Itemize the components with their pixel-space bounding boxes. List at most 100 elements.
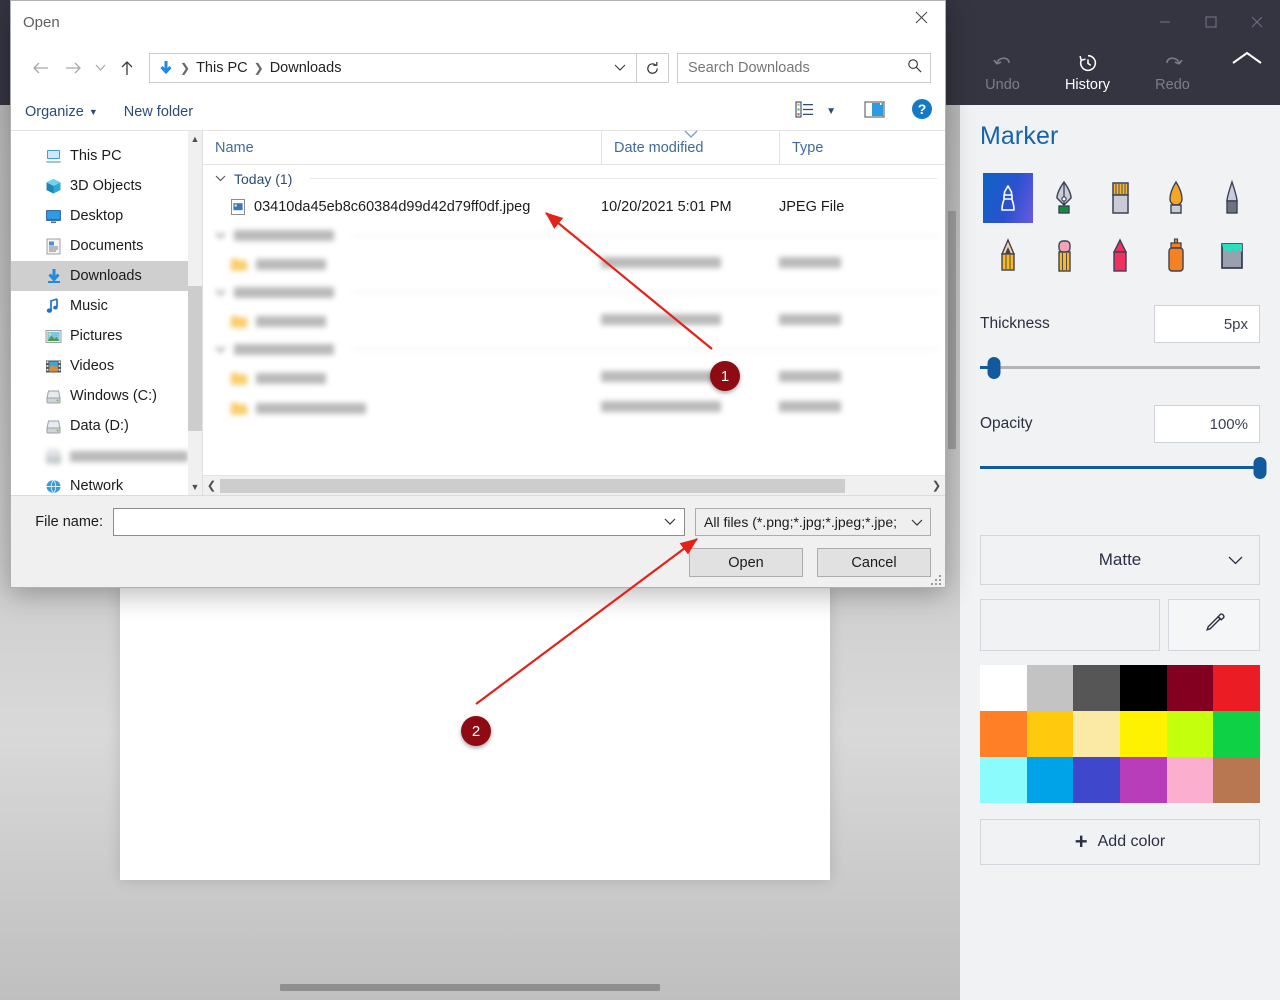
color-swatch[interactable]: [1027, 711, 1074, 757]
preview-pane-icon[interactable]: [864, 101, 885, 123]
tree-item-network[interactable]: Network: [11, 471, 188, 495]
hscroll-thumb[interactable]: [220, 479, 845, 493]
color-swatch[interactable]: [1213, 711, 1260, 757]
tool-calligraphy-pen[interactable]: [1039, 173, 1089, 223]
file-rows[interactable]: Today (1)03410da45eb8c60384d99d42d79ff0d…: [203, 165, 945, 475]
opacity-knob[interactable]: [1254, 457, 1267, 479]
list-horizontal-scrollbar[interactable]: ❮ ❯: [203, 475, 945, 495]
color-swatch[interactable]: [1073, 757, 1120, 803]
color-swatch[interactable]: [1027, 757, 1074, 803]
canvas-sheet[interactable]: [120, 585, 830, 880]
help-icon[interactable]: ?: [911, 98, 933, 125]
tool-fill-bucket[interactable]: [1207, 231, 1257, 281]
color-palette[interactable]: [980, 665, 1260, 803]
up-button[interactable]: [111, 52, 143, 84]
file-group-header[interactable]: Today (1): [203, 165, 945, 192]
tree-item-music[interactable]: Music: [11, 291, 188, 321]
opacity-slider[interactable]: [980, 455, 1260, 481]
file-name-field[interactable]: [122, 513, 676, 531]
tree-item-downloads[interactable]: Downloads: [11, 261, 188, 291]
tree-item-documents[interactable]: Documents: [11, 231, 188, 261]
tree-item-data-d[interactable]: Data (D:): [11, 411, 188, 441]
color-swatch[interactable]: [1120, 711, 1167, 757]
canvas-horizontal-scrollbar[interactable]: [280, 984, 660, 991]
tool-eraser[interactable]: [1039, 231, 1089, 281]
organize-menu[interactable]: Organize ▼: [25, 104, 98, 120]
tree-item-redacted[interactable]: [11, 441, 188, 471]
scroll-up-icon[interactable]: ▲: [188, 131, 202, 147]
tool-watercolor-brush[interactable]: [1151, 173, 1201, 223]
view-options-icon[interactable]: [795, 101, 814, 123]
thickness-knob[interactable]: [988, 357, 1001, 379]
breadcrumb-item-this-pc[interactable]: This PC: [196, 60, 248, 76]
chevron-down-icon[interactable]: [614, 59, 626, 77]
file-row[interactable]: [203, 249, 945, 279]
opacity-value[interactable]: 100%: [1154, 405, 1260, 443]
file-row[interactable]: [203, 306, 945, 336]
file-row[interactable]: [203, 363, 945, 393]
refresh-button[interactable]: [637, 53, 669, 83]
tool-oil-brush[interactable]: [1095, 173, 1145, 223]
file-row[interactable]: 03410da45eb8c60384d99d42d79ff0df.jpeg10/…: [203, 192, 945, 222]
back-button[interactable]: [25, 52, 57, 84]
color-swatch[interactable]: [1027, 665, 1074, 711]
color-swatch[interactable]: [1213, 665, 1260, 711]
color-swatch[interactable]: [1120, 757, 1167, 803]
thickness-slider[interactable]: [980, 355, 1260, 381]
breadcrumb[interactable]: ❯ This PC ❯ Downloads: [149, 53, 637, 83]
dialog-close-button[interactable]: [897, 1, 945, 33]
redo-button[interactable]: Redo: [1130, 48, 1215, 93]
color-swatch[interactable]: [1073, 711, 1120, 757]
cancel-button[interactable]: Cancel: [817, 548, 931, 577]
color-swatch[interactable]: [1213, 757, 1260, 803]
tool-spray-can[interactable]: [1151, 231, 1201, 281]
tree-item-desktop[interactable]: Desktop: [11, 201, 188, 231]
color-swatch[interactable]: [1167, 711, 1214, 757]
resize-grip[interactable]: [930, 573, 942, 585]
tree-scroll-thumb[interactable]: [188, 286, 202, 431]
history-button[interactable]: History: [1045, 48, 1130, 93]
file-group-header[interactable]: [203, 222, 945, 249]
scroll-down-icon[interactable]: ▼: [188, 479, 202, 495]
breadcrumb-item-downloads[interactable]: Downloads: [270, 60, 342, 76]
tool-crayon[interactable]: [1095, 231, 1145, 281]
current-color-swatch[interactable]: [980, 599, 1160, 651]
file-row[interactable]: [203, 393, 945, 423]
forward-button[interactable]: [57, 52, 89, 84]
undo-button[interactable]: Undo: [960, 48, 1045, 93]
eyedropper-button[interactable]: [1168, 599, 1260, 651]
color-swatch[interactable]: [1167, 757, 1214, 803]
tree-item-videos[interactable]: Videos: [11, 351, 188, 381]
thickness-value[interactable]: 5px: [1154, 305, 1260, 343]
file-type-filter[interactable]: All files (*.png;*.jpg;*.jpeg;*.jpe;: [695, 508, 931, 536]
color-swatch[interactable]: [1167, 665, 1214, 711]
tree-item-this-pc[interactable]: This PC: [11, 141, 188, 171]
color-swatch[interactable]: [980, 711, 1027, 757]
chevron-right-icon[interactable]: ❯: [928, 479, 945, 492]
tool-pencil[interactable]: [983, 231, 1033, 281]
open-button[interactable]: Open: [689, 548, 803, 577]
tree-scrollbar[interactable]: ▲ ▼: [188, 131, 202, 495]
color-swatch[interactable]: [1073, 665, 1120, 711]
color-swatch[interactable]: [980, 757, 1027, 803]
color-swatch[interactable]: [980, 665, 1027, 711]
tool-marker[interactable]: [983, 173, 1033, 223]
material-dropdown[interactable]: Matte: [980, 535, 1260, 585]
search-box[interactable]: [677, 53, 931, 83]
tree-item-pictures[interactable]: Pictures: [11, 321, 188, 351]
column-header-date-modified[interactable]: Date modified: [601, 131, 779, 165]
search-input[interactable]: [686, 59, 922, 77]
file-group-header[interactable]: [203, 336, 945, 363]
chevron-up-icon[interactable]: [1230, 50, 1264, 73]
caret-down-icon[interactable]: ▼: [826, 106, 836, 117]
column-header-type[interactable]: Type: [779, 131, 929, 165]
chevron-left-icon[interactable]: ❮: [203, 479, 220, 492]
chevron-down-icon[interactable]: [664, 513, 676, 531]
tree-item-windows-c[interactable]: Windows (C:): [11, 381, 188, 411]
tool-pixel-pen[interactable]: [1207, 173, 1257, 223]
recent-locations-button[interactable]: [89, 52, 111, 84]
file-name-input[interactable]: [113, 508, 685, 536]
file-group-header[interactable]: [203, 279, 945, 306]
add-color-button[interactable]: + Add color: [980, 819, 1260, 865]
canvas-vertical-scrollbar[interactable]: [948, 211, 956, 449]
